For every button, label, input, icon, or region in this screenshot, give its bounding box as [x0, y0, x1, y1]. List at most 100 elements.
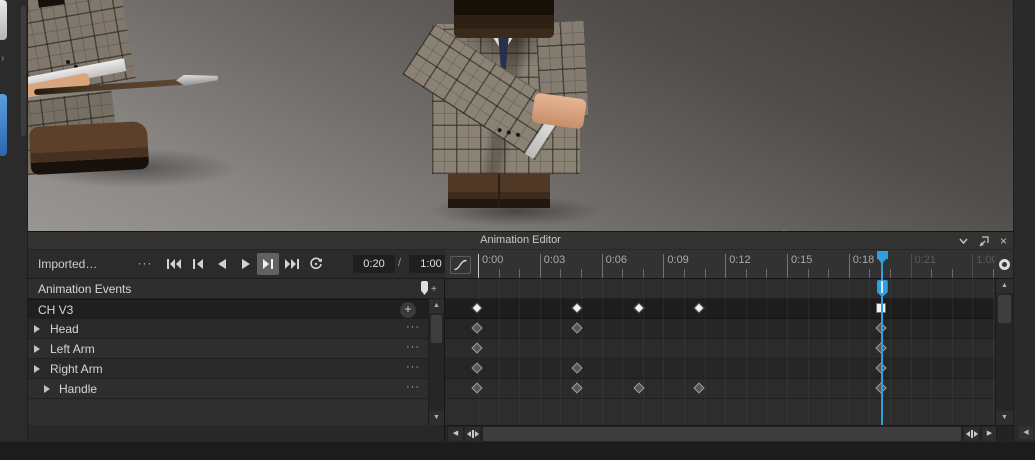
track-row-left-arm[interactable]: Left Arm ··· [28, 339, 428, 359]
track-menu-button[interactable]: ··· [406, 361, 420, 373]
skip-to-start-button[interactable] [163, 253, 185, 275]
play-reverse-button[interactable] [211, 253, 233, 275]
dope-sheet-row[interactable] [445, 339, 994, 359]
track-label: Handle [59, 382, 98, 396]
ruler-tick-minor [951, 269, 953, 278]
track-list-scrollbar[interactable]: ▲ ▼ [428, 299, 444, 425]
toolbar-overflow-menu[interactable]: ··· [134, 254, 156, 274]
dope-sheet-row[interactable] [445, 299, 994, 319]
ruler-tick-minor [642, 269, 644, 278]
next-keyframe-button[interactable] [257, 253, 279, 275]
ruler-label: 0:21 [914, 254, 937, 266]
track-row-handle[interactable]: Handle ··· [28, 379, 428, 399]
zoom-handle-right[interactable] [964, 427, 979, 441]
zoom-handle-left[interactable] [465, 427, 480, 441]
dope-sheet-row[interactable] [445, 279, 994, 299]
expand-caret-icon[interactable] [34, 345, 40, 353]
ruler-tick-minor [684, 269, 685, 278]
scrollbar-thumb[interactable] [431, 315, 442, 343]
chevron-down-icon[interactable] [956, 234, 971, 248]
previous-keyframe-button[interactable] [187, 253, 209, 275]
add-event-icon[interactable]: + [431, 284, 437, 295]
scroll-left-icon[interactable]: ◀ [448, 427, 463, 441]
ruler-tick-minor [560, 269, 562, 278]
scroll-left-icon[interactable]: ◀ [1019, 426, 1033, 439]
ruler-tick-minor [993, 269, 994, 278]
track-row-right-arm[interactable]: Right Arm ··· [28, 359, 428, 379]
dope-sheet-row[interactable] [445, 379, 994, 399]
ruler-tick-major [972, 254, 974, 278]
animation-editor-panel: Animation Editor × Imported… ··· 0:20 / … [28, 231, 1013, 441]
ruler-tick-minor [869, 269, 871, 278]
scroll-right-icon[interactable]: ▶ [982, 427, 997, 441]
expand-caret-icon[interactable] [34, 325, 40, 333]
3d-viewport[interactable] [28, 0, 1013, 231]
scrollbar-thumb[interactable] [483, 427, 961, 441]
scroll-down-icon[interactable]: ▼ [429, 411, 444, 425]
track-label: Animation Events [38, 282, 132, 296]
scroll-up-icon[interactable]: ▲ [996, 279, 1013, 293]
track-row-animation-events[interactable]: Animation Events + [28, 279, 444, 299]
scrollbar-thumb[interactable] [998, 295, 1011, 323]
ruler-tick-major [601, 254, 603, 278]
dope-sheet-row[interactable] [445, 319, 994, 339]
track-row-ch-v3[interactable]: CH V3 + [28, 299, 428, 319]
dope-sheet-empty-area [444, 399, 994, 425]
ruler-label: 0:12 [729, 254, 751, 266]
left-character-sleeve-buttons [66, 60, 70, 64]
skip-to-end-button[interactable] [281, 253, 303, 275]
ruler-tick-minor [931, 269, 933, 278]
ruler-tick-major [910, 254, 912, 278]
track-menu-button[interactable]: ··· [406, 321, 420, 333]
ruler-tick-minor [581, 269, 582, 278]
ruler-label: 1:00 [976, 254, 995, 266]
track-list-empty-area [28, 399, 428, 425]
timeline-ruler[interactable]: 0:00 0:03 0:06 0:09 0:12 0:15 0:18 0:21 1:00 [445, 250, 995, 279]
play-button[interactable] [235, 253, 257, 275]
dope-sheet-scrollbar[interactable]: ▲ ▼ [995, 279, 1013, 425]
dock-tab-light[interactable] [0, 0, 7, 40]
track-menu-button[interactable]: ··· [406, 381, 420, 393]
track-label: Right Arm [50, 362, 103, 376]
expand-caret-icon[interactable] [44, 385, 50, 393]
track-row-head[interactable]: Head ··· [28, 319, 428, 339]
timeline-horizontal-scrollbar[interactable]: ◀ ▶ [444, 425, 1013, 441]
current-time-input[interactable]: 0:20 [353, 255, 395, 273]
track-menu-button[interactable]: ··· [406, 341, 420, 353]
ruler-tick-major [725, 254, 727, 278]
dock-tab-blue[interactable] [0, 94, 7, 156]
add-track-button[interactable]: + [400, 302, 416, 318]
easing-curve-button[interactable] [450, 256, 471, 274]
animation-name-dropdown[interactable]: Imported… [38, 257, 97, 271]
event-marker-pin-icon[interactable] [421, 281, 428, 295]
dock-window-icon[interactable] [976, 234, 991, 248]
dope-sheet-row[interactable] [445, 359, 994, 379]
ruler-label: 0:15 [791, 254, 813, 266]
time-separator: / [398, 257, 402, 269]
dope-sheet[interactable] [444, 279, 994, 399]
ruler-tick-minor [828, 269, 830, 278]
ruler-tick-major [663, 254, 665, 278]
roblox-studio-screen: › Animation Editor × Imported… ··· 0:20 … [0, 0, 1035, 460]
loop-toggle-button[interactable] [305, 253, 327, 275]
status-bar [0, 441, 1035, 460]
track-list-footer [28, 425, 444, 441]
scroll-up-icon[interactable]: ▲ [429, 299, 444, 313]
panel-titlebar[interactable]: Animation Editor × [28, 232, 1013, 250]
scrollbar-corner [996, 426, 1013, 441]
panel-title: Animation Editor [480, 234, 561, 246]
track-label: CH V3 [38, 303, 74, 317]
left-character-boot[interactable] [28, 120, 150, 176]
dock-scrollbar[interactable] [21, 6, 26, 136]
ruler-tick-major [478, 254, 479, 278]
ruler-tick-minor [519, 269, 521, 278]
timeline-settings-gear-icon[interactable] [995, 250, 1013, 279]
close-icon[interactable]: × [996, 234, 1011, 248]
chevron-right-icon[interactable]: › [1, 53, 13, 65]
expand-caret-icon[interactable] [34, 365, 40, 373]
center-character-head-beard[interactable] [454, 0, 554, 38]
track-label: Head [50, 322, 79, 336]
ruler-tick-minor [745, 269, 747, 278]
ruler-tick-minor [807, 269, 809, 278]
scroll-down-icon[interactable]: ▼ [996, 411, 1013, 425]
